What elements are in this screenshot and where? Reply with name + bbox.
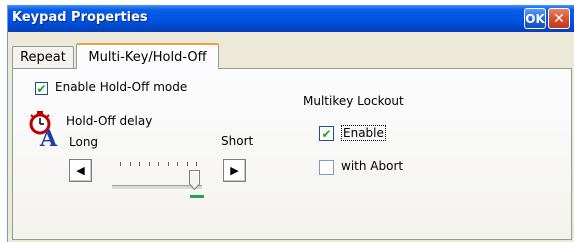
hold-off-mode-checkbox[interactable]: ✔ xyxy=(35,82,48,95)
svg-text:A: A xyxy=(39,126,58,148)
slider-tick xyxy=(177,162,178,166)
multikey-enable-label: Enable xyxy=(341,125,386,141)
slider-tick xyxy=(158,162,159,166)
checkmark-icon: ✔ xyxy=(321,126,332,141)
hold-off-delay-label: Hold-Off delay xyxy=(66,114,153,128)
slider-tick xyxy=(196,162,197,166)
slider-tick xyxy=(148,162,150,166)
with-abort-label: with Abort xyxy=(341,159,404,173)
slider-thumb[interactable] xyxy=(189,170,200,190)
window-title: Keypad Properties xyxy=(12,10,148,25)
slider-tick xyxy=(129,162,131,166)
arrow-left-icon: ◀ xyxy=(76,164,85,177)
slider-tick xyxy=(186,162,188,166)
decrease-delay-button[interactable]: ◀ xyxy=(69,159,92,182)
close-button[interactable]: ✕ xyxy=(548,8,570,29)
multikey-enable-checkbox[interactable]: ✔ xyxy=(319,126,334,141)
stopwatch-icon: A xyxy=(28,110,62,152)
slider-tick xyxy=(167,162,169,166)
with-abort-checkbox[interactable] xyxy=(319,160,334,175)
checkmark-icon: ✔ xyxy=(36,81,47,96)
tab-multi-key-hold-off[interactable]: Multi-Key/Hold-Off xyxy=(76,43,219,69)
arrow-right-icon: ▶ xyxy=(230,164,239,177)
long-label: Long xyxy=(69,135,99,149)
title-bar[interactable]: Keypad Properties OK ✕ xyxy=(8,5,574,32)
slider-tick xyxy=(120,162,121,166)
ok-button[interactable]: OK xyxy=(524,8,546,29)
increase-delay-button[interactable]: ▶ xyxy=(223,159,246,182)
hold-off-mode-label: Enable Hold-Off mode xyxy=(55,80,188,94)
slider-focus-indicator xyxy=(190,195,204,198)
multikey-lockout-heading: Multikey Lockout xyxy=(303,94,404,108)
slider-tick xyxy=(139,162,140,166)
tab-repeat[interactable]: Repeat xyxy=(12,46,74,68)
short-label: Short xyxy=(221,134,254,148)
